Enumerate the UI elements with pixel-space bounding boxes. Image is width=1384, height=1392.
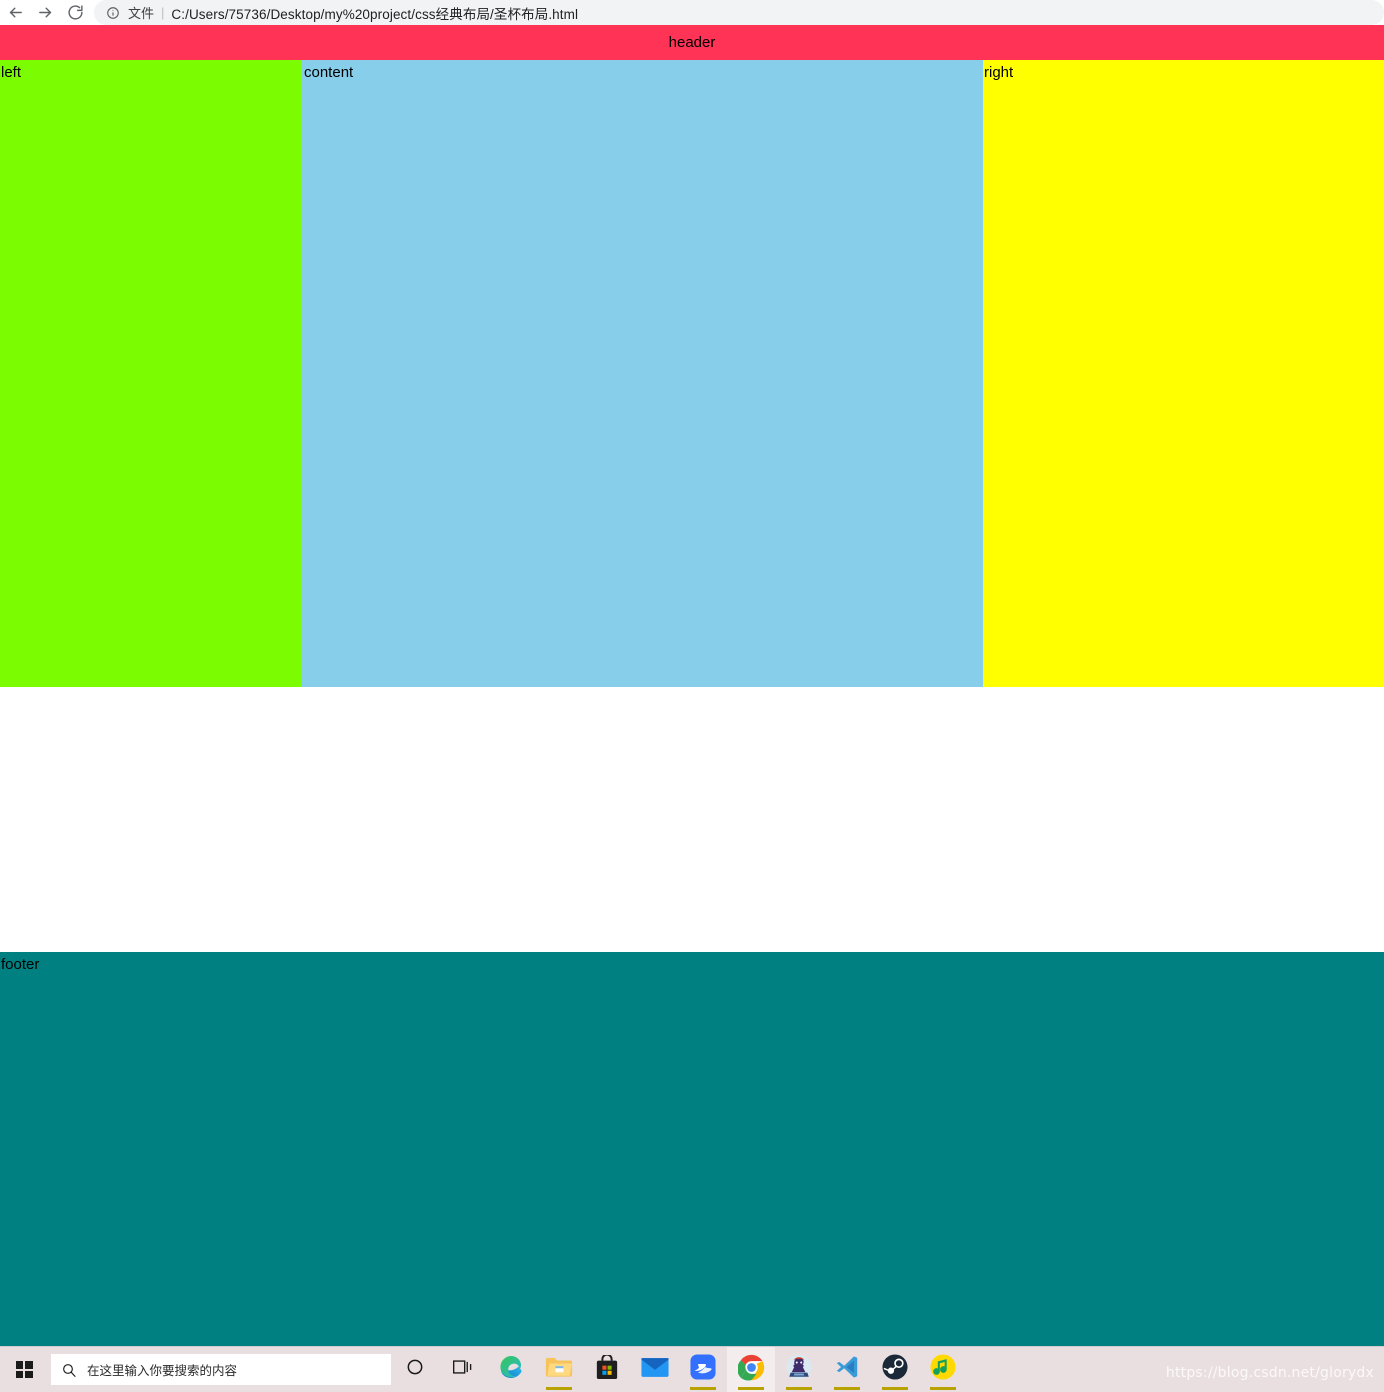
left-label: left [1, 64, 22, 81]
taskbar-item-steam[interactable] [871, 1347, 919, 1392]
forward-button[interactable] [30, 1, 60, 25]
taskbar-item-mail[interactable] [631, 1347, 679, 1392]
info-circle-icon[interactable] [104, 4, 122, 22]
taskbar-item-microsoft-store[interactable] [583, 1347, 631, 1392]
taskbar-item-game-app[interactable] [775, 1347, 823, 1392]
taskbar-item-vscode[interactable] [823, 1347, 871, 1392]
taskbar-search-box[interactable]: 在这里输入你要搜索的内容 [51, 1354, 391, 1385]
forward-arrow-icon [37, 4, 54, 21]
reload-button[interactable] [60, 1, 90, 25]
content-label: content [304, 64, 354, 81]
footer-label: footer [1, 956, 40, 973]
layout-content-block: content [301, 60, 983, 687]
task-view-icon [452, 1357, 474, 1382]
reload-icon [67, 4, 84, 21]
taskbar-item-cortana[interactable] [391, 1347, 439, 1392]
url-text: C:/Users/75736/Desktop/my%20project/css经… [171, 6, 579, 22]
layout-header-block: header [0, 25, 1384, 60]
vscode-icon [834, 1354, 860, 1385]
mail-icon [641, 1357, 669, 1383]
steam-icon [882, 1354, 908, 1385]
url-separator: | [161, 5, 165, 20]
layout-right-block: right [983, 60, 1384, 687]
taskbar-item-edge[interactable] [487, 1347, 535, 1392]
windows-logo-icon [15, 1361, 33, 1378]
windows-taskbar: 在这里输入你要搜索的内容 https://blog.csdn.net/glory… [0, 1346, 1384, 1392]
microsoft-store-icon [595, 1353, 619, 1385]
game-app-icon [786, 1354, 812, 1385]
layout-columns-row: left content right [0, 60, 1384, 687]
edge-icon [498, 1354, 524, 1385]
start-button[interactable] [0, 1347, 48, 1392]
layout-left-block: left [0, 60, 301, 687]
file-explorer-icon [545, 1355, 573, 1384]
csdn-watermark: https://blog.csdn.net/glorydx [1165, 1365, 1374, 1381]
taskbar-item-file-explorer[interactable] [535, 1347, 583, 1392]
cortana-icon [405, 1357, 425, 1382]
qq-music-icon [930, 1354, 956, 1385]
search-icon [51, 1362, 87, 1378]
browser-toolbar: 文件 | C:/Users/75736/Desktop/my%20project… [0, 0, 1384, 25]
feishu-icon [690, 1354, 716, 1385]
url-scheme-label: 文件 [128, 6, 155, 21]
layout-footer-block: footer [0, 952, 1384, 1347]
chrome-icon [736, 1354, 765, 1386]
taskbar-item-feishu[interactable] [679, 1347, 727, 1392]
taskbar-item-chrome[interactable] [727, 1347, 775, 1392]
right-label: right [984, 64, 1014, 81]
search-input-placeholder: 在这里输入你要搜索的内容 [87, 1363, 238, 1378]
header-label: header [668, 34, 716, 51]
back-button[interactable] [0, 1, 30, 25]
web-page-content: header left content right footer [0, 25, 1384, 1347]
layout-white-gap [0, 687, 1384, 952]
address-bar[interactable]: 文件 | C:/Users/75736/Desktop/my%20project… [94, 0, 1384, 25]
back-arrow-icon [7, 4, 24, 21]
taskbar-item-qq-music[interactable] [919, 1347, 967, 1392]
taskbar-item-task-view[interactable] [439, 1347, 487, 1392]
